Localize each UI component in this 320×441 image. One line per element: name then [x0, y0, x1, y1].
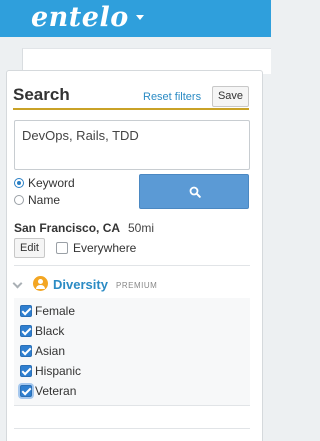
search-query-text: DevOps, Rails, TDD	[22, 128, 139, 143]
option-label: Veteran	[35, 384, 77, 398]
diversity-option-veteran[interactable]: Veteran	[20, 384, 76, 398]
option-label: Black	[35, 324, 65, 338]
checkbox-checked[interactable]	[20, 345, 32, 357]
diversity-option-black[interactable]: Black	[20, 324, 64, 338]
everywhere-checkbox-row[interactable]: Everywhere	[56, 241, 136, 255]
search-query-input[interactable]: DevOps, Rails, TDD	[14, 120, 250, 170]
search-title: Search	[13, 85, 70, 104]
radio-keyword[interactable]: Keyword	[14, 176, 75, 190]
everywhere-label: Everywhere	[73, 241, 137, 255]
checkbox-checked[interactable]	[20, 365, 32, 377]
option-label: Asian	[35, 344, 66, 358]
caret-down-icon[interactable]	[136, 15, 144, 20]
section-divider-bottom	[14, 428, 250, 429]
checkbox-checked[interactable]	[20, 385, 32, 397]
diversity-title[interactable]: Diversity	[53, 277, 108, 292]
location-city-text: San Francisco, CA	[14, 221, 121, 235]
top-bar: entelo	[0, 0, 271, 37]
radio-name-label: Name	[28, 193, 61, 207]
option-label: Hispanic	[35, 364, 82, 378]
reset-filters-link[interactable]: Reset filters	[143, 91, 201, 103]
section-divider	[14, 265, 250, 266]
radio-keyword-label: Keyword	[28, 176, 75, 190]
radio-button-selected[interactable]	[14, 178, 24, 188]
search-button[interactable]	[139, 174, 249, 209]
diversity-option-female[interactable]: Female	[20, 304, 75, 318]
everywhere-checkbox[interactable]	[56, 242, 68, 254]
location-radius: 50mi	[128, 221, 155, 235]
radio-name[interactable]: Name	[14, 193, 60, 207]
diversity-options: Female Black Asian Hispanic Veteran	[14, 298, 250, 406]
checkbox-checked[interactable]	[20, 305, 32, 317]
diversity-option-asian[interactable]: Asian	[20, 344, 65, 358]
search-icon	[189, 186, 201, 198]
edit-location-button[interactable]: Edit	[14, 238, 45, 258]
location-city: San Francisco, CA	[14, 221, 120, 235]
radio-button[interactable]	[14, 195, 24, 205]
save-button[interactable]: Save	[212, 86, 249, 107]
diversity-option-hispanic[interactable]: Hispanic	[20, 364, 81, 378]
option-label: Female	[35, 304, 76, 318]
diversity-person-icon	[33, 276, 48, 291]
premium-badge: PREMIUM	[116, 281, 158, 290]
entelo-logo[interactable]: entelo	[31, 1, 129, 35]
title-divider	[13, 108, 249, 110]
checkbox-checked[interactable]	[20, 325, 32, 337]
